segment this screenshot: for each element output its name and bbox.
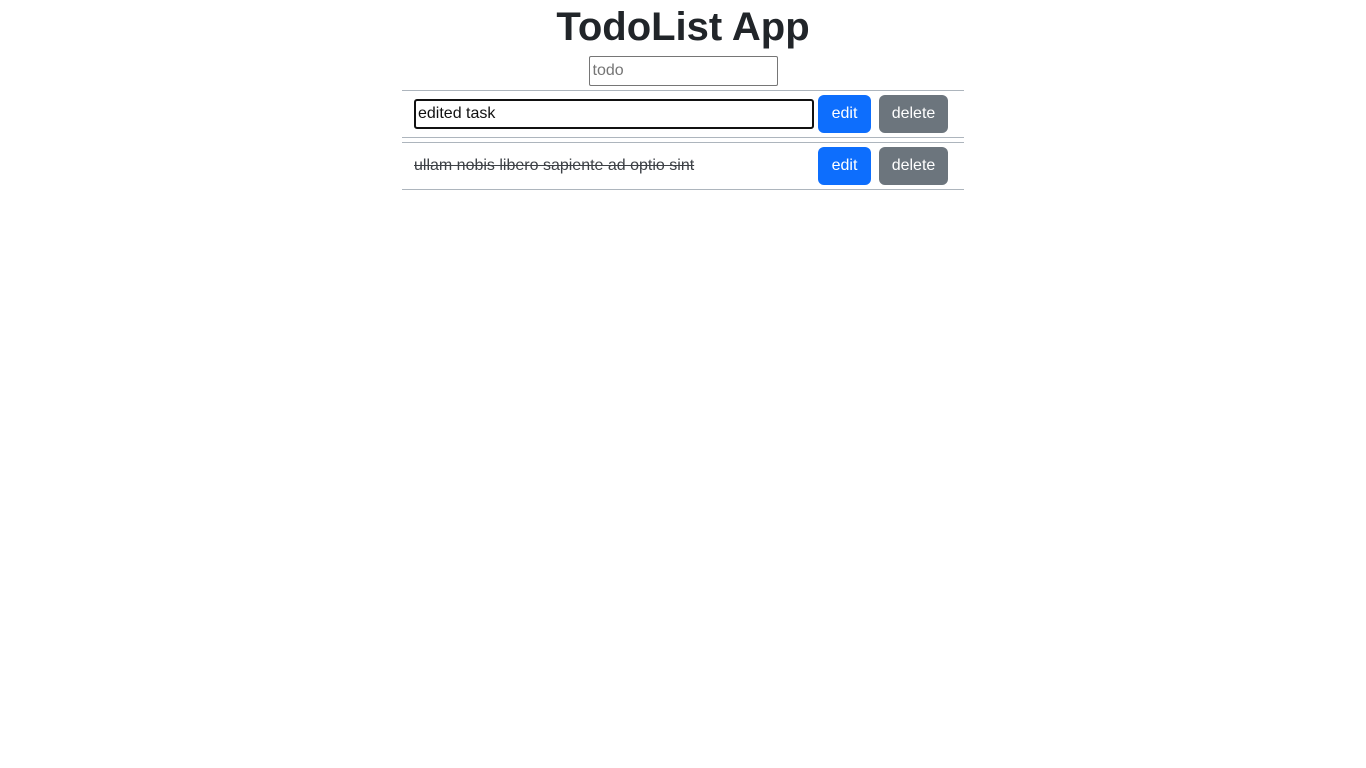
todo-list: edit delete ullam nobis libero sapiente … xyxy=(402,90,964,190)
new-todo-input[interactable] xyxy=(588,56,778,86)
edit-button[interactable]: edit xyxy=(818,95,871,133)
todo-item-editing: edit delete xyxy=(402,90,964,138)
delete-button[interactable]: delete xyxy=(879,95,948,133)
page-title: TodoList App xyxy=(556,5,810,49)
delete-button[interactable]: delete xyxy=(879,147,948,185)
new-todo-wrapper xyxy=(402,54,964,90)
todo-item: ullam nobis libero sapiente ad optio sin… xyxy=(402,142,964,190)
todo-app: TodoList App edit delete ullam nobis lib… xyxy=(402,0,964,194)
edit-todo-input[interactable] xyxy=(414,99,814,129)
edit-button[interactable]: edit xyxy=(818,147,871,185)
todo-item-text[interactable]: ullam nobis libero sapiente ad optio sin… xyxy=(414,157,818,175)
